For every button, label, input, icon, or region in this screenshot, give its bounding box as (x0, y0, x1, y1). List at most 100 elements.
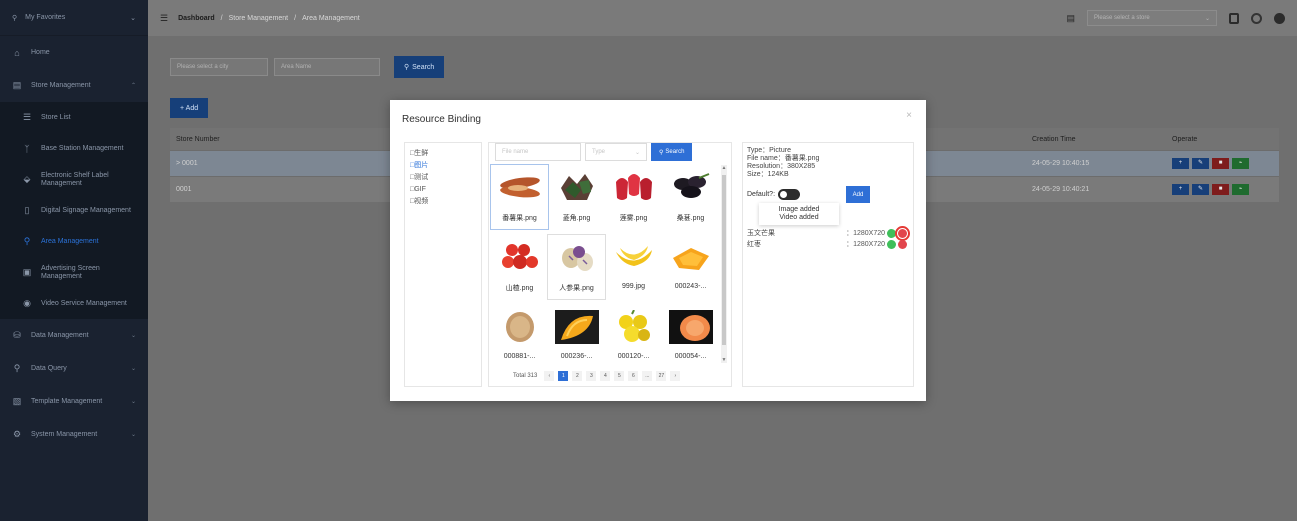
scrollbar-thumb[interactable] (722, 175, 726, 345)
edit-icon[interactable]: ✎ (1192, 158, 1209, 169)
tree-item[interactable]: □图片 (410, 159, 476, 171)
image-name: 番薯果.png (502, 215, 537, 222)
sidebar-item-home[interactable]: ⌂ Home (0, 36, 148, 69)
image-tile[interactable]: 山楂.png (491, 235, 548, 299)
avatar[interactable] (1274, 12, 1285, 24)
type-select[interactable]: Type ⌄ (585, 143, 647, 161)
remove-icon[interactable] (898, 239, 907, 249)
search-button[interactable]: ⚲ Search (394, 56, 445, 78)
dialog-title: Resource Binding (402, 114, 481, 125)
delete-icon[interactable]: ■ (1212, 158, 1229, 169)
link-icon[interactable]: ⌁ (1232, 158, 1249, 169)
page-button[interactable]: 6 (628, 371, 639, 381)
sidebar-item-store-list[interactable]: ☰ Store List (0, 102, 148, 133)
image-tile[interactable]: 莲雾.png (605, 165, 662, 229)
sidebar-item-advertising-screen[interactable]: ▣ Advertising Screen Management (0, 257, 148, 288)
resource-search-button[interactable]: ⚲ Search (651, 143, 693, 161)
close-icon[interactable]: × (906, 110, 912, 121)
sidebar-item-label: Home (31, 48, 50, 56)
page-ellipsis[interactable]: ... (642, 371, 653, 381)
file-name-input[interactable]: File name (495, 143, 581, 161)
image-tile[interactable]: 999.jpg (605, 235, 662, 299)
sidebar-item-label: Data Query (31, 364, 67, 372)
check-icon[interactable] (887, 239, 896, 249)
tree-item[interactable]: □生鲜 (410, 147, 476, 159)
image-tile[interactable]: 桑葚.png (662, 165, 719, 229)
delete-icon[interactable]: ■ (1212, 184, 1229, 195)
sidebar-item-data-query[interactable]: ⚲ Data Query ⌄ (0, 352, 148, 385)
remove-icon[interactable] (895, 225, 910, 241)
add-button[interactable]: + Add (170, 98, 209, 118)
operate-cell: + ✎ ■ ⌁ (1172, 158, 1273, 169)
page-button[interactable]: 1 (558, 371, 569, 381)
scroll-up-icon[interactable]: ▲ (721, 165, 727, 171)
edit-icon[interactable]: ✎ (1192, 184, 1209, 195)
image-tile[interactable]: 000236-... (548, 305, 605, 369)
tablet-icon[interactable] (1229, 12, 1239, 24)
default-toggle[interactable] (778, 189, 801, 200)
sidebar-item-label: Template Management (31, 397, 103, 405)
image-tile[interactable]: 人参果.png (547, 234, 606, 300)
store-select[interactable]: Please select a store ⌄ (1087, 10, 1217, 26)
image-name: 人参果.png (559, 285, 594, 292)
sidebar-item-label: Digital Signage Management (41, 206, 131, 214)
sidebar-submenu: ☰ Store List ᛉ Base Station Management ⬙… (0, 102, 148, 319)
page-button[interactable]: 4 (600, 371, 611, 381)
link-icon[interactable]: ⌁ (1232, 184, 1249, 195)
globe-icon[interactable] (1251, 12, 1262, 24)
prev-page-icon[interactable]: ‹ (544, 371, 555, 381)
bind-add-button[interactable]: Add (846, 186, 870, 203)
tree-item[interactable]: □测试 (410, 171, 476, 183)
resource-search-bar: File name Type ⌄ ⚲ Search (495, 143, 693, 161)
sidebar-item-video-service[interactable]: ◉ Video Service Management (0, 288, 148, 319)
menu-toggle-icon[interactable]: ☰ (160, 13, 168, 24)
image-tile[interactable]: 番薯果.png (490, 164, 549, 230)
add-icon[interactable]: + (1172, 184, 1189, 195)
bound-name: 玉文芒果 (747, 230, 775, 237)
sidebar-item-base-station[interactable]: ᛉ Base Station Management (0, 133, 148, 164)
check-icon[interactable] (887, 228, 896, 238)
mango-cubes-thumbnail (668, 239, 714, 275)
sidebar-item-data-management[interactable]: ⛁ Data Management ⌄ (0, 319, 148, 352)
scroll-down-icon[interactable]: ▼ (721, 357, 727, 363)
image-name: 000236-... (560, 353, 593, 360)
image-tile[interactable]: 000243-... (662, 235, 719, 299)
resource-binding-dialog: Resource Binding × □生鲜 □图片 □测试 □GIF □视频 … (390, 100, 926, 401)
bound-name: 红枣 (747, 241, 761, 248)
sidebar-item-store-management[interactable]: ▤ Store Management ⌃ (0, 69, 148, 102)
store-select-placeholder: Please select a store (1094, 15, 1150, 21)
sidebar-item-esl[interactable]: ⬙ Electronic Shelf Label Management (0, 164, 148, 195)
bound-resource-row: 玉文芒果 ：1280X720 (747, 225, 910, 241)
page-button[interactable]: 2 (572, 371, 583, 381)
tooltip-line: Video added (779, 214, 819, 221)
tree-item[interactable]: □GIF (410, 183, 476, 195)
signage-icon: ▯ (24, 205, 30, 215)
image-name: 999.jpg (622, 283, 645, 290)
image-tile[interactable]: 菱角.png (548, 165, 605, 229)
city-select[interactable]: Please select a city (170, 58, 268, 76)
sidebar-item-template-management[interactable]: ▧ Template Management ⌄ (0, 385, 148, 418)
image-tile[interactable]: 000054-... (662, 305, 719, 369)
area-name-input[interactable]: Area Name (274, 58, 380, 76)
breadcrumb-item[interactable]: Store Management (229, 15, 289, 22)
sidebar-item-area-management[interactable]: ⚲ Area Management (0, 226, 148, 257)
pagination-total: Total 313 (513, 373, 538, 379)
bound-resolution: ：1280X720 (846, 241, 885, 248)
image-name: 菱角.png (562, 215, 591, 222)
gear-icon: ⚙ (12, 429, 22, 439)
page-button[interactable]: 27 (656, 371, 667, 381)
sidebar-item-digital-signage[interactable]: ▯ Digital Signage Management (0, 195, 148, 226)
next-page-icon[interactable]: › (670, 371, 681, 381)
sidebar-item-label: Electronic Shelf Label Management (41, 171, 109, 187)
breadcrumb-item[interactable]: Dashboard (178, 15, 215, 22)
add-icon[interactable]: + (1172, 158, 1189, 169)
image-grid-scrollbar[interactable]: ▲ ▼ (721, 165, 727, 363)
sidebar-item-system-management[interactable]: ⚙ System Management ⌄ (0, 418, 148, 451)
image-tile[interactable]: 000120-... (605, 305, 662, 369)
page-button[interactable]: 3 (586, 371, 597, 381)
breadcrumb: Dashboard / Store Management / Area Mana… (178, 14, 360, 22)
sidebar-header[interactable]: ⚲ My Favorites ⌄ (0, 0, 148, 36)
page-button[interactable]: 5 (614, 371, 625, 381)
image-tile[interactable]: 000881-... (491, 305, 548, 369)
tree-item[interactable]: □视频 (410, 195, 476, 207)
